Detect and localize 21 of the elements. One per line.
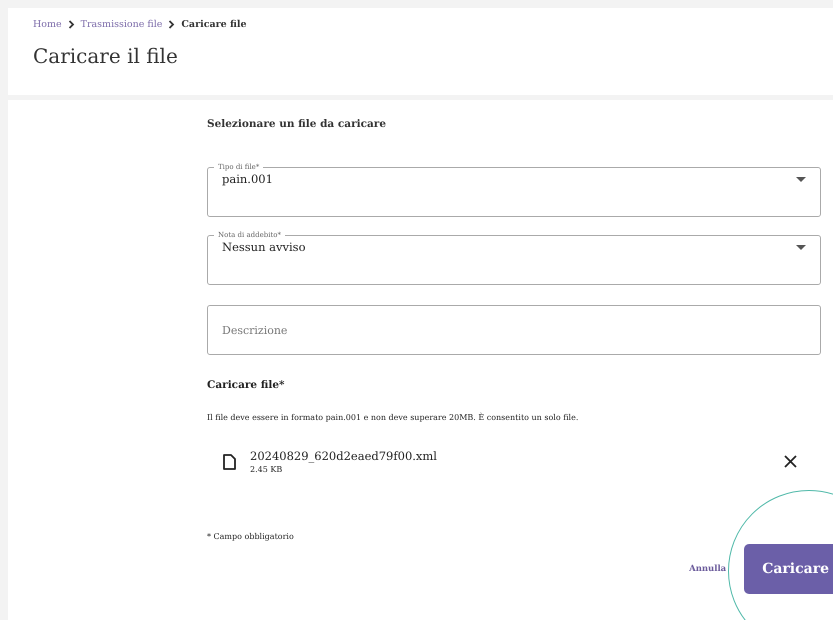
breadcrumb-link[interactable]: Trasmissione file [80,19,162,30]
upload-hint: Il file deve essere in formato pain.001 e non deve superare 20MB. È consentito un solo file. [207,413,580,422]
form-heading: Selezionare un file da caricare [207,118,388,130]
required-note: * Campo obbligatorio [207,532,295,541]
close-icon[interactable] [784,455,797,468]
chevron-right-icon [168,20,176,29]
field-value: Nessun avviso [222,240,306,254]
caret-icon [796,176,806,182]
upload-title: Caricare file* [207,379,286,391]
file-name: 20240829_620d2eaed79f00.xml [250,449,438,463]
field-value: pain.001 [222,172,274,186]
upload-button[interactable]: Caricare [744,544,833,594]
description-field[interactable]: Descrizione [207,305,821,355]
chevron-right-icon [68,20,75,29]
caret-icon [796,244,806,250]
cancel-link[interactable]: Annulla [689,564,726,574]
page-title: Caricare il file [33,44,179,68]
breadcrumb-current: Caricare file [181,19,247,30]
file-size: 2.45 KB [250,465,284,474]
document-icon [223,454,236,470]
breadcrumb-link[interactable]: Home [33,19,62,30]
